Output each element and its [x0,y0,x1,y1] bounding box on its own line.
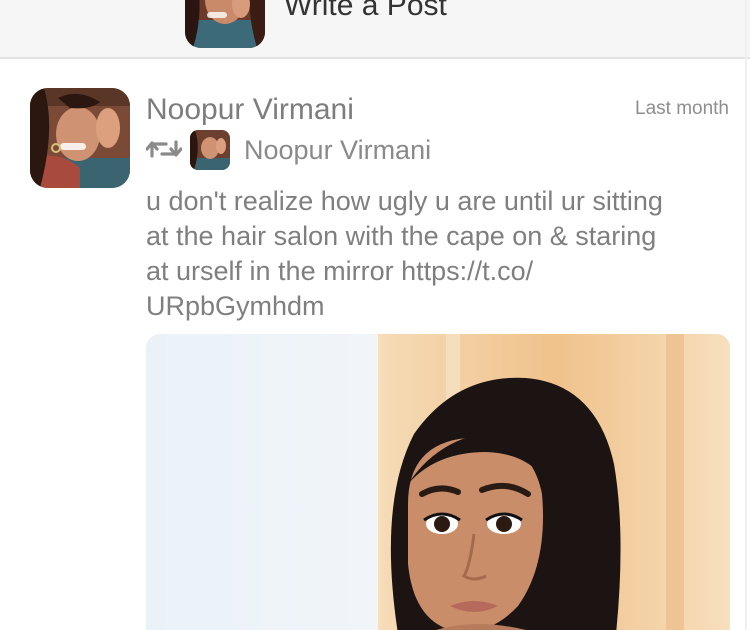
author-avatar[interactable] [30,88,130,188]
retweeter-avatar [190,130,230,170]
timeline-screen: Write a Post Noopur Virmani Last month N… [0,0,750,630]
tweet-text: u don't realize how ugly u are until ur … [146,186,663,321]
retweet-icon [146,136,182,162]
write-post-label: Write a Post [284,0,447,22]
author-name[interactable]: Noopur Virmani [146,92,354,128]
retweeter-name[interactable]: Noopur Virmani [244,133,431,167]
write-post-bar[interactable]: Write a Post [0,0,750,59]
tweet-timestamp: Last month [635,98,729,119]
tweet-media-photo[interactable] [146,334,730,630]
composer-avatar [185,0,265,48]
scroll-gutter [745,0,747,630]
retweet-attribution: Noopur Virmani [146,130,546,170]
